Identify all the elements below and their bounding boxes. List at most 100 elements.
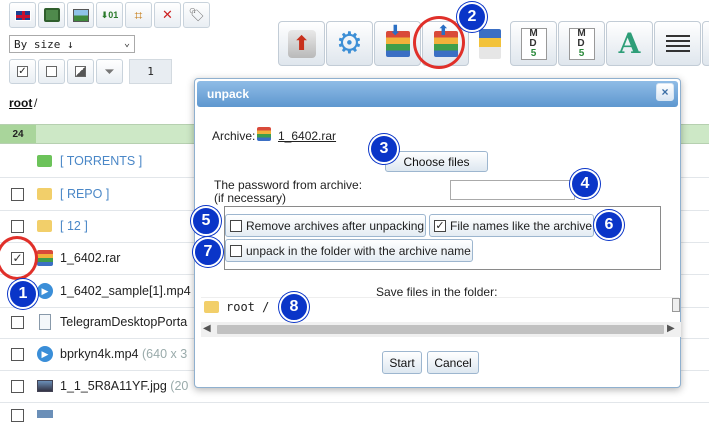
invert-selection-button[interactable] — [67, 59, 94, 84]
step-marker-3: 3 — [369, 134, 399, 164]
select-none-button[interactable] — [38, 59, 65, 84]
list-item-name[interactable]: 1_6402_sample[1].mp4 — [60, 284, 191, 298]
folder-icon — [204, 301, 219, 313]
step-marker-2: 2 — [457, 2, 487, 32]
scroll-left-icon[interactable]: ◀ — [203, 323, 211, 334]
password-input[interactable] — [450, 180, 575, 200]
folder-icon — [37, 153, 53, 169]
font-button[interactable]: A — [606, 21, 653, 66]
list-item-name[interactable]: 1_1_5R8A11YF.jpg (20 — [60, 379, 188, 393]
row-checkbox[interactable] — [11, 409, 24, 422]
list-item-filename: bprkyn4k.mp4 — [60, 347, 139, 361]
folder-icon — [37, 218, 53, 234]
checkbox-checked-icon: ✓ — [17, 66, 28, 77]
rar-archive-icon — [37, 250, 53, 266]
list-item-name[interactable]: TelegramDesktopPorta — [60, 315, 187, 329]
crop-button[interactable]: ⌗ — [125, 2, 152, 28]
list-item[interactable] — [0, 402, 709, 422]
picture-button[interactable] — [67, 2, 94, 28]
horizontal-scrollbar[interactable]: ◀ ▶ — [201, 322, 681, 337]
dialog-title: unpack — [207, 87, 250, 101]
archive-label: Archive: — [212, 129, 256, 143]
settings-button[interactable]: ⚙ — [326, 21, 373, 66]
md5-folder-button[interactable]: MD5 — [558, 21, 605, 66]
unpack-in-folder-option[interactable]: unpack in the folder with the archive na… — [225, 239, 473, 262]
delete-image-button[interactable]: ✕ — [154, 2, 181, 28]
file-names-option[interactable]: ✓ File names like the archive — [429, 214, 594, 237]
checkbox-invert-icon — [75, 66, 86, 77]
row-checkbox[interactable] — [11, 188, 24, 201]
step-marker-4: 4 — [570, 169, 600, 199]
refresh-image-button[interactable] — [38, 2, 65, 28]
md5-icon: MD5 — [520, 27, 547, 60]
unpack-in-folder-label: unpack in the folder with the archive na… — [246, 243, 471, 258]
settings-gear-icon: ⚙ — [336, 27, 363, 60]
archive-upload-icon: ⬆ — [287, 29, 316, 58]
row-checkbox[interactable] — [11, 316, 24, 329]
select-all-button[interactable]: ✓ — [9, 59, 36, 84]
pack-icon: ⬇ — [385, 22, 410, 57]
step-marker-6: 6 — [594, 210, 624, 240]
start-button[interactable]: Start — [382, 351, 422, 374]
file-names-checkbox[interactable]: ✓ — [434, 219, 446, 232]
vertical-scrollbar[interactable] — [672, 298, 680, 312]
extract-icon — [479, 28, 501, 59]
filter-button[interactable]: ⏷ — [96, 59, 123, 84]
file-names-label: File names like the archive — [450, 218, 593, 233]
row-checkbox[interactable] — [11, 220, 24, 233]
choose-files-button[interactable]: Choose files — [385, 151, 488, 172]
password-label: The password from archive: — [214, 178, 363, 192]
unpack-in-folder-checkbox[interactable] — [230, 244, 242, 257]
remove-archives-label: Remove archives after unpacking — [246, 218, 425, 233]
list-item-name[interactable]: [ TORRENTS ] — [60, 154, 142, 168]
cancel-button[interactable]: Cancel — [427, 351, 479, 374]
archive-name: 1_6402.rar — [278, 129, 337, 143]
language-button[interactable] — [9, 2, 36, 28]
step-marker-5: 5 — [191, 206, 221, 236]
delete-image-icon: ✕ — [162, 7, 173, 22]
rar-archive-icon — [257, 127, 271, 141]
folder-icon — [37, 186, 53, 202]
binary-download-button[interactable]: ⬇01 — [96, 2, 123, 28]
remove-archives-checkbox[interactable] — [230, 219, 242, 232]
image-icon — [37, 380, 53, 392]
flag-uk-icon — [14, 9, 31, 21]
list-item-name[interactable]: [ 12 ] — [60, 219, 88, 233]
close-button[interactable]: × — [656, 83, 674, 101]
tag-icon: 🏷 — [188, 7, 205, 22]
folder-tree: root / ◀ ▶ — [201, 297, 681, 337]
breadcrumb-root[interactable]: root — [9, 96, 32, 110]
step-marker-8: 8 — [279, 292, 309, 322]
archive-upload-button[interactable]: ⬆ — [278, 21, 325, 66]
dialog-title-bar: unpack — [197, 81, 678, 107]
scrollbar-thumb[interactable] — [217, 325, 664, 334]
list-item-name[interactable]: [ REPO ] — [60, 187, 109, 201]
font-icon: A — [618, 27, 641, 60]
list-item-name[interactable]: bprkyn4k.mp4 (640 x 3 — [60, 347, 187, 361]
step-marker-7: 7 — [193, 237, 223, 267]
file-count-badge: 24 — [0, 125, 36, 143]
more-toolbar-button[interactable] — [702, 21, 709, 66]
chevron-down-icon: ⌄ — [123, 38, 130, 49]
list-item-meta: (20 — [170, 379, 189, 393]
sort-select[interactable]: By size ↓ ⌄ — [9, 35, 135, 53]
md5-button[interactable]: MD5 — [510, 21, 557, 66]
remove-archives-option[interactable]: Remove archives after unpacking — [225, 214, 426, 237]
crop-icon: ⌗ — [134, 6, 143, 23]
list-item-meta: (640 x 3 — [142, 347, 188, 361]
list-view-button[interactable] — [654, 21, 701, 66]
page-number-field[interactable]: 1 — [129, 59, 172, 84]
breadcrumb-separator: / — [34, 96, 38, 110]
list-view-icon — [665, 34, 690, 53]
highlight-ring — [413, 16, 465, 69]
binary-download-icon: ⬇01 — [100, 9, 119, 20]
step-marker-1: 1 — [8, 279, 38, 309]
list-item-name[interactable]: 1_6402.rar — [60, 251, 120, 265]
scroll-right-icon[interactable]: ▶ — [667, 323, 675, 334]
file-icon — [39, 314, 51, 330]
folder-path[interactable]: root / — [226, 300, 269, 314]
row-checkbox[interactable] — [11, 348, 24, 361]
row-checkbox[interactable] — [11, 380, 24, 393]
tag-button[interactable]: 🏷 — [183, 2, 210, 28]
video-icon: ▶ — [37, 346, 53, 362]
